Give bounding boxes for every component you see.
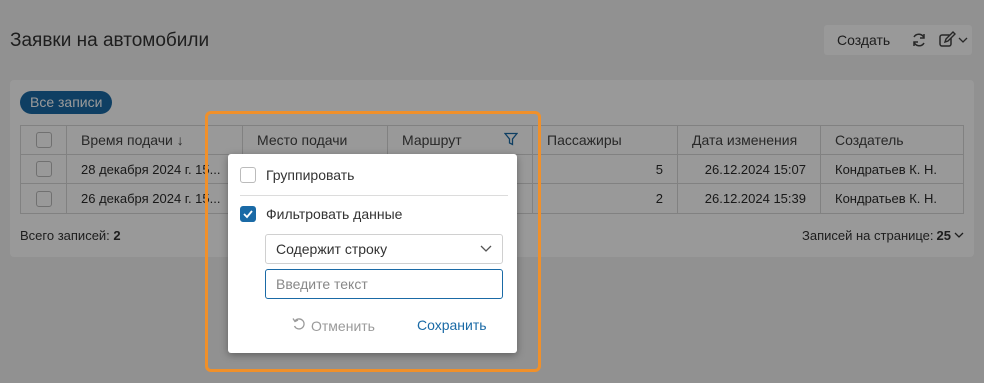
group-option[interactable]: Группировать	[240, 167, 354, 183]
condition-select[interactable]: Содержит строку	[265, 234, 503, 264]
undo-icon	[292, 317, 306, 334]
column-filter-popup: Группировать Фильтровать данные Содержит…	[228, 154, 517, 353]
filter-label: Фильтровать данные	[266, 206, 403, 222]
group-label: Группировать	[266, 167, 355, 183]
condition-value: Содержит строку	[276, 241, 388, 257]
group-checkbox[interactable]	[240, 167, 256, 183]
divider	[240, 195, 508, 196]
filter-text-input[interactable]	[265, 269, 503, 299]
chevron-down-icon	[480, 241, 492, 257]
filter-option[interactable]: Фильтровать данные	[240, 206, 402, 222]
filter-checkbox[interactable]	[240, 206, 256, 222]
save-button[interactable]: Сохранить	[417, 317, 487, 333]
cancel-label: Отменить	[311, 317, 375, 334]
cancel-button[interactable]: Отменить	[292, 317, 375, 334]
